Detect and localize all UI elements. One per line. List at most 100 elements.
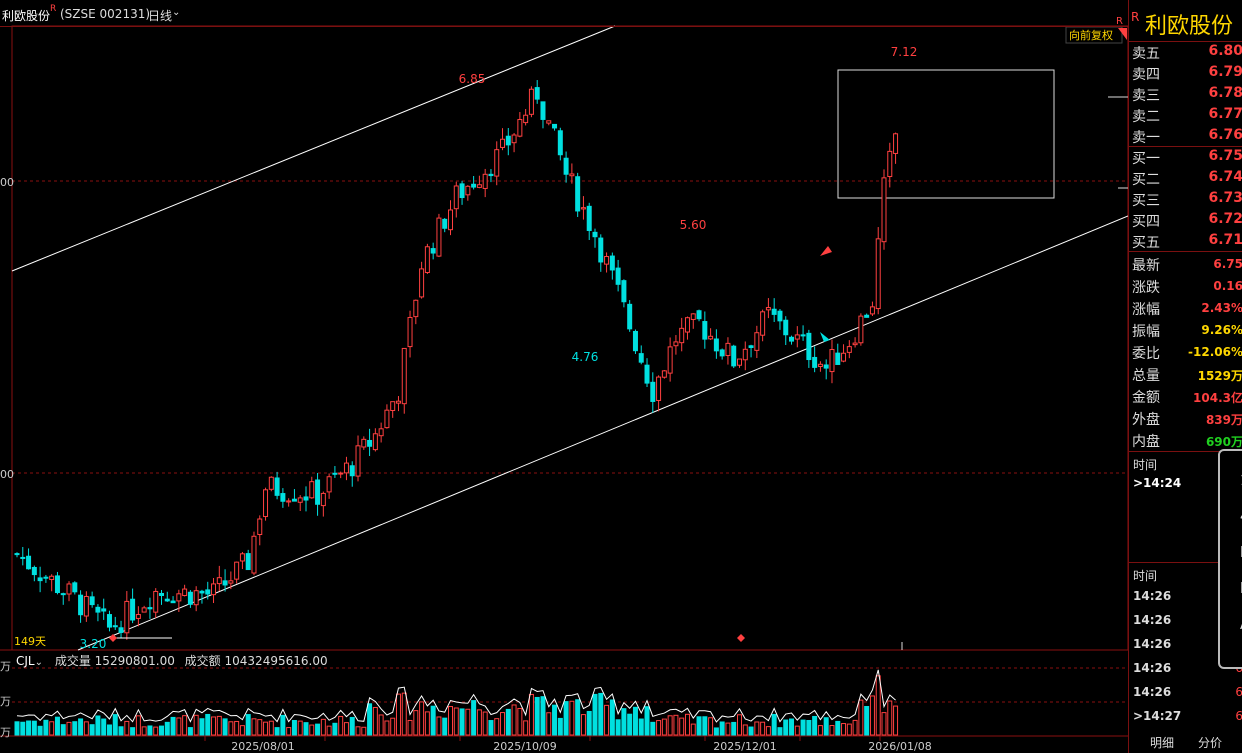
tick-time: 14:26: [1133, 661, 1172, 675]
stat-row: 涨跌 0.16: [1129, 275, 1242, 296]
candle-down: [632, 330, 638, 352]
volume-bar: [419, 701, 425, 736]
candle-up: [667, 346, 673, 374]
candle-down: [552, 123, 558, 129]
volume-bar: [476, 709, 482, 736]
candle-down: [702, 321, 708, 340]
candle-up: [858, 315, 864, 344]
stat-value: 6.75: [1213, 257, 1242, 271]
candle-up: [673, 341, 679, 347]
candle-down: [54, 575, 60, 594]
order-label: 卖二: [1132, 109, 1160, 125]
volume-bar: [783, 719, 789, 736]
candle-up: [228, 580, 234, 584]
candle-down: [112, 625, 118, 628]
candle-down: [89, 596, 95, 606]
volume-bar: [338, 715, 344, 736]
kline-chart[interactable]: 0000万万万2025/08/01 2025/10/09 2025/12/01 202…: [0, 0, 1128, 753]
volume-header: CJL⌄ 成交量 15290801.00 成交额 10432495616.00: [16, 652, 328, 669]
volume-bar: [395, 693, 401, 736]
volume-bar: [95, 715, 101, 736]
candle-up: [124, 600, 130, 634]
candle-up: [817, 363, 823, 367]
volume-bar: [505, 708, 511, 736]
volume-bar: [315, 723, 321, 736]
candle-up: [268, 476, 274, 490]
volume-bar: [465, 708, 471, 736]
candle-up: [476, 184, 482, 188]
order-book-row[interactable]: 卖三 6.78: [1129, 83, 1242, 104]
volume-bar: [361, 726, 367, 736]
candle-down: [609, 255, 615, 271]
order-label: 卖五: [1132, 46, 1160, 62]
volume-bar: [569, 700, 575, 736]
down-arrow-icon: [820, 332, 830, 342]
popup-panel[interactable]: 14llA: [1218, 449, 1242, 669]
order-label: 买五: [1132, 235, 1160, 251]
order-price: 6.74: [1208, 169, 1242, 185]
stat-label: 内盘: [1132, 434, 1160, 450]
volume-bar: [800, 719, 806, 736]
candle-down: [719, 349, 725, 357]
volume-bar: [448, 706, 453, 736]
volume-bar: [43, 719, 49, 736]
stat-label: 总量: [1132, 368, 1160, 384]
order-price: 6.80: [1208, 43, 1242, 59]
tab-detail[interactable]: 明细: [1150, 734, 1174, 751]
chevron-down-icon[interactable]: ⌄: [35, 657, 43, 668]
candle-up: [343, 462, 349, 474]
stat-row: 委比 -12.06%: [1129, 341, 1242, 362]
order-book-row[interactable]: 卖五 6.80: [1129, 41, 1242, 62]
order-price: 6.77: [1208, 106, 1242, 122]
order-book-row[interactable]: 卖二 6.77: [1129, 104, 1242, 125]
amount-value: 10432495616.00: [224, 654, 328, 668]
volume-bar: [222, 718, 228, 736]
candle-down: [748, 345, 754, 349]
candle-down: [627, 303, 633, 330]
volume-tick-label: 万: [0, 660, 11, 673]
order-price: 6.72: [1208, 211, 1242, 227]
candle-up: [153, 590, 159, 613]
order-book-row[interactable]: 买一 6.75: [1129, 146, 1242, 167]
candle-down: [72, 582, 78, 593]
volume-bar: [216, 715, 222, 736]
tab-minute-price[interactable]: 分价: [1198, 734, 1222, 751]
time-current: >14:24: [1133, 476, 1182, 490]
candle-down: [783, 319, 789, 336]
candle-down: [575, 176, 581, 212]
order-book-row[interactable]: 买二 6.74: [1129, 167, 1242, 188]
candle-down: [164, 598, 170, 602]
candle-down: [118, 627, 124, 633]
volume-bar: [823, 717, 829, 736]
indicator-selector[interactable]: CJL: [16, 654, 35, 668]
candle-up: [355, 445, 361, 477]
order-book-row[interactable]: 买四 6.72: [1129, 209, 1242, 230]
order-book-row[interactable]: 买三 6.73: [1129, 188, 1242, 209]
candle-down: [592, 231, 598, 238]
candle-up: [286, 500, 292, 503]
order-book-row[interactable]: 买五 6.71: [1129, 230, 1242, 251]
high-price-label: 7.12: [891, 45, 918, 59]
candle-down: [864, 314, 870, 318]
volume-bar: [228, 721, 234, 736]
candle-down: [563, 157, 569, 175]
order-book-row[interactable]: 卖一 6.76: [1129, 125, 1242, 146]
volume-bar: [517, 707, 523, 736]
candle-down: [20, 556, 26, 559]
candle-up: [846, 346, 852, 353]
candle-up: [708, 335, 714, 340]
period-selector[interactable]: 日线: [148, 7, 172, 24]
order-book-row[interactable]: 卖四 6.79: [1129, 62, 1242, 83]
volume-tick-label: 万: [0, 726, 11, 739]
candle-down: [26, 555, 32, 570]
candle-up: [453, 185, 459, 210]
volume-bar: [407, 719, 413, 736]
chevron-down-icon[interactable]: ⌄: [172, 7, 180, 18]
candle-up: [852, 342, 858, 346]
candle-up: [378, 428, 384, 437]
low-price-label: 3.20: [80, 637, 107, 651]
candle-up: [395, 400, 401, 404]
volume-bar: [817, 725, 823, 736]
price-tick-label: 00: [0, 176, 14, 189]
candle-up: [49, 575, 55, 581]
